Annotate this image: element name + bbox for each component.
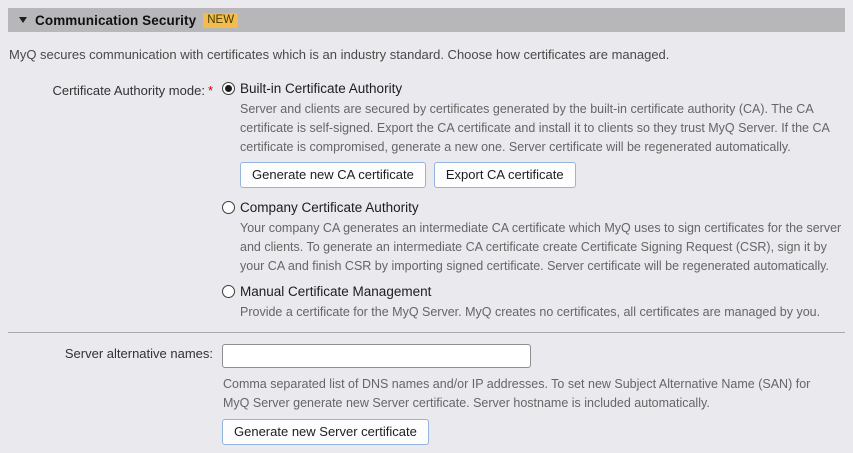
server-alternative-names-description: Comma separated list of DNS names and/or… — [223, 375, 829, 413]
generate-new-server-certificate-button[interactable]: Generate new Server certificate — [222, 419, 429, 445]
communication-security-panel: Communication Security NEW MyQ secures c… — [0, 0, 853, 453]
company-ca-description: Your company CA generates an intermediat… — [240, 219, 845, 276]
option-company-ca: Company Certificate Authority Your compa… — [222, 200, 845, 276]
ca-mode-options: Built-in Certificate Authority Server an… — [222, 81, 845, 322]
generate-new-ca-certificate-button[interactable]: Generate new CA certificate — [240, 162, 426, 188]
radio-label-built-in-ca[interactable]: Built-in Certificate Authority — [240, 81, 402, 96]
export-ca-certificate-button[interactable]: Export CA certificate — [434, 162, 576, 188]
new-badge: NEW — [203, 13, 238, 28]
intro-text: MyQ secures communication with certifica… — [9, 47, 845, 62]
radio-company-ca[interactable] — [222, 201, 235, 214]
section-divider — [8, 332, 845, 333]
radio-option-manual-certificate[interactable]: Manual Certificate Management — [222, 284, 845, 299]
collapse-triangle-icon[interactable] — [19, 17, 27, 23]
section-title: Communication Security — [35, 13, 196, 28]
section-header-communication-security[interactable]: Communication Security NEW — [8, 8, 845, 32]
manual-certificate-description: Provide a certificate for the MyQ Server… — [240, 303, 845, 322]
option-built-in-ca: Built-in Certificate Authority Server an… — [222, 81, 845, 188]
built-in-ca-buttons: Generate new CA certificate Export CA ce… — [240, 162, 845, 188]
built-in-ca-description: Server and clients are secured by certif… — [240, 100, 845, 157]
ca-mode-row: Certificate Authority mode:* Built-in Ce… — [8, 81, 845, 322]
option-manual-certificate: Manual Certificate Management Provide a … — [222, 284, 845, 322]
radio-label-manual-certificate[interactable]: Manual Certificate Management — [240, 284, 431, 299]
server-alternative-names-row: Server alternative names: Comma separate… — [8, 344, 845, 445]
server-alternative-names-input[interactable] — [222, 344, 531, 368]
server-alternative-names-label: Server alternative names: — [8, 344, 222, 361]
radio-manual-certificate[interactable] — [222, 285, 235, 298]
radio-option-built-in-ca[interactable]: Built-in Certificate Authority — [222, 81, 845, 96]
radio-built-in-ca[interactable] — [222, 82, 235, 95]
radio-label-company-ca[interactable]: Company Certificate Authority — [240, 200, 419, 215]
required-marker: * — [208, 83, 213, 98]
radio-option-company-ca[interactable]: Company Certificate Authority — [222, 200, 845, 215]
ca-mode-label: Certificate Authority mode:* — [8, 81, 222, 98]
server-alternative-names-controls: Comma separated list of DNS names and/or… — [222, 344, 845, 445]
